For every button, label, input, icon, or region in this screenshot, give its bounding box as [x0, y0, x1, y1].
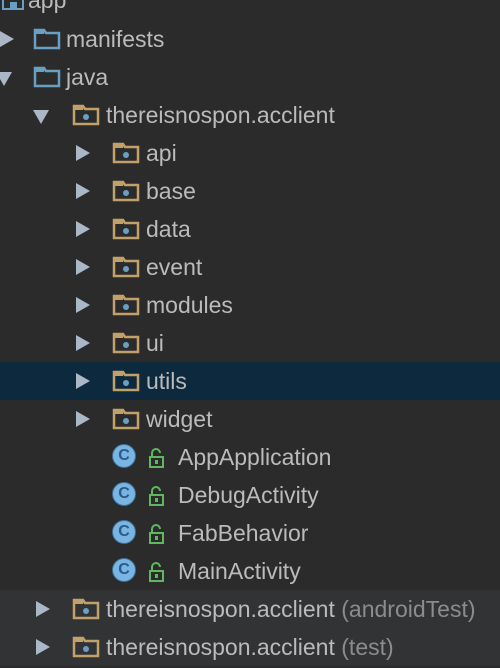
expand-arrow-icon[interactable] — [0, 31, 14, 47]
package-name: thereisnospon.acclient — [106, 634, 335, 660]
unlocked-icon — [148, 485, 166, 512]
expand-arrow-icon[interactable] — [76, 373, 90, 389]
class-icon: C — [112, 520, 136, 544]
tree-row-ui[interactable]: ui — [0, 324, 500, 362]
package-icon — [112, 216, 140, 246]
tree-label: app — [28, 0, 67, 13]
tree-row-base[interactable]: base — [0, 172, 500, 210]
tree-label: event — [146, 254, 203, 280]
tree-row-package-androidtest[interactable]: thereisnospon.acclient (androidTest) — [0, 590, 500, 628]
tree-label: manifests — [66, 26, 165, 52]
tree-label: thereisnospon.acclient (androidTest) — [106, 596, 476, 622]
tree-row-modules[interactable]: modules — [0, 286, 500, 324]
tree-row-package-test[interactable]: thereisnospon.acclient (test) — [0, 628, 500, 666]
tree-label: api — [146, 140, 177, 166]
tree-label: ui — [146, 330, 164, 356]
package-icon — [112, 254, 140, 284]
tree-row-utils[interactable]: utils — [0, 362, 500, 400]
unlocked-icon — [148, 447, 166, 474]
tree-row-app[interactable]: app — [0, 0, 500, 19]
package-icon — [112, 140, 140, 170]
tree-label: DebugActivity — [178, 482, 319, 508]
tree-row-widget[interactable]: widget — [0, 400, 500, 438]
class-icon: C — [112, 444, 136, 468]
collapse-arrow-icon[interactable] — [33, 110, 49, 124]
tree-label: modules — [146, 292, 233, 318]
tree-label: FabBehavior — [178, 520, 309, 546]
tree-row-manifests[interactable]: manifests — [0, 20, 500, 58]
package-icon — [72, 634, 100, 664]
tree-row-class-debugactivity[interactable]: C DebugActivity — [0, 476, 500, 514]
package-icon — [72, 596, 100, 626]
package-icon — [112, 368, 140, 398]
tree-label: base — [146, 178, 196, 204]
package-icon — [72, 102, 100, 132]
package-icon — [112, 292, 140, 322]
expand-arrow-icon[interactable] — [36, 601, 50, 617]
tree-label: utils — [146, 368, 187, 394]
source-folder-icon — [33, 64, 61, 94]
tree-row-class-fabbehavior[interactable]: C FabBehavior — [0, 514, 500, 552]
unlocked-icon — [148, 561, 166, 588]
tree-label: widget — [146, 406, 213, 432]
package-icon — [112, 406, 140, 436]
expand-arrow-icon[interactable] — [76, 335, 90, 351]
tree-label: data — [146, 216, 191, 242]
unlocked-icon — [148, 523, 166, 550]
tree-row-event[interactable]: event — [0, 248, 500, 286]
class-icon: C — [112, 482, 136, 506]
expand-arrow-icon[interactable] — [76, 297, 90, 313]
source-set-suffix: (test) — [341, 634, 394, 660]
expand-arrow-icon[interactable] — [76, 145, 90, 161]
tree-row-package-main[interactable]: thereisnospon.acclient — [0, 96, 500, 134]
module-folder-icon — [2, 0, 24, 16]
package-icon — [112, 330, 140, 360]
source-set-suffix: (androidTest) — [341, 596, 476, 622]
package-icon — [112, 178, 140, 208]
expand-arrow-icon[interactable] — [76, 221, 90, 237]
tree-label: java — [66, 64, 109, 90]
class-icon: C — [112, 558, 136, 582]
tree-row-class-appapplication[interactable]: C AppApplication — [0, 438, 500, 476]
tree-row-java[interactable]: java — [0, 58, 500, 96]
project-tree: app manifests java thereisnospon.acclien… — [0, 0, 500, 668]
collapse-arrow-icon[interactable] — [0, 72, 12, 86]
tree-row-class-mainactivity[interactable]: C MainActivity — [0, 552, 500, 590]
tree-row-data[interactable]: data — [0, 210, 500, 248]
tree-row-api[interactable]: api — [0, 134, 500, 172]
tree-label: AppApplication — [178, 444, 332, 470]
expand-arrow-icon[interactable] — [76, 259, 90, 275]
source-folder-icon — [33, 26, 61, 56]
package-name: thereisnospon.acclient — [106, 596, 335, 622]
expand-arrow-icon[interactable] — [76, 183, 90, 199]
tree-label: thereisnospon.acclient (test) — [106, 634, 394, 660]
expand-arrow-icon[interactable] — [36, 639, 50, 655]
tree-label: MainActivity — [178, 558, 301, 584]
expand-arrow-icon[interactable] — [76, 411, 90, 427]
tree-label: thereisnospon.acclient — [106, 102, 335, 128]
